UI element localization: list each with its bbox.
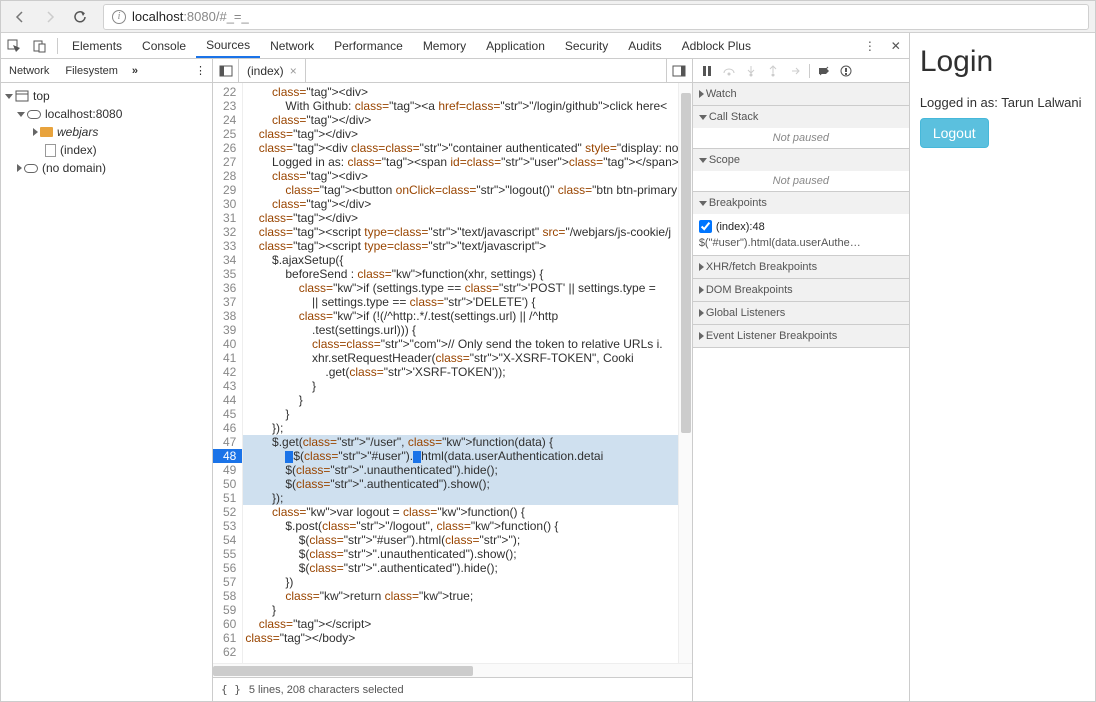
logged-in-text: Logged in as: Tarun Lalwani [920,95,1082,110]
url-path: /#_=_ [216,9,249,24]
tab-sources[interactable]: Sources [196,33,260,58]
url-host: localhost [132,9,183,24]
step-over-button[interactable] [719,61,739,81]
step-into-button[interactable] [741,61,761,81]
tab-console[interactable]: Console [132,33,196,58]
forward-button[interactable] [37,4,63,30]
separator [57,38,58,54]
inspect-icon[interactable] [1,33,27,59]
navigator-more[interactable]: » [126,65,144,77]
navigator-panel: Network Filesystem » ⋮ top localhost:808… [1,59,213,701]
scope-section[interactable]: Scope Not paused [693,149,909,192]
xhr-breakpoints-section[interactable]: XHR/fetch Breakpoints [693,256,909,279]
toggle-navigator-icon[interactable] [213,59,239,82]
code-editor[interactable]: 2223242526272829303132333435363738394041… [213,83,692,663]
devtools-menu-icon[interactable]: ⋮ [857,33,883,59]
breakpoint-checkbox[interactable] [699,220,712,233]
tab-elements[interactable]: Elements [62,33,132,58]
selection-status: 5 lines, 208 characters selected [249,684,404,696]
tree-index[interactable]: (index) [1,141,212,159]
tab-security[interactable]: Security [555,33,618,58]
editor-panel: (index) × 222324252627282930313233343536… [213,59,693,701]
callstack-section[interactable]: Call Stack Not paused [693,106,909,149]
tab-memory[interactable]: Memory [413,33,476,58]
devtools-close-icon[interactable]: ✕ [883,33,909,59]
global-listeners-section[interactable]: Global Listeners [693,302,909,325]
code-area[interactable]: class="tag"><div> With Github: class="ta… [243,83,691,663]
step-out-button[interactable] [763,61,783,81]
devtools-tabs: Elements Console Sources Network Perform… [1,33,909,59]
breakpoint-preview: $("#user").html(data.userAuthe… [699,237,861,249]
reload-button[interactable] [67,4,93,30]
tab-audits[interactable]: Audits [618,33,671,58]
editor-tab-label: (index) [247,64,284,78]
navigator-tabs: Network Filesystem » ⋮ [1,59,212,83]
deactivate-breakpoints-button[interactable] [814,61,834,81]
editor-status-bar: { } 5 lines, 208 characters selected [213,677,692,701]
tab-application[interactable]: Application [476,33,555,58]
pause-button[interactable] [697,61,717,81]
tree-top[interactable]: top [1,87,212,105]
editor-tabs: (index) × [213,59,692,83]
navigator-tab-network[interactable]: Network [1,59,57,82]
logout-button[interactable]: Logout [920,118,989,148]
device-toggle-icon[interactable] [27,33,53,59]
pretty-print-icon[interactable]: { } [221,683,241,696]
breakpoints-section[interactable]: Breakpoints (index):48 $("#user").html(d… [693,192,909,256]
file-tree: top localhost:8080 webjars (index) (no d… [1,83,212,701]
folder-icon [40,127,53,137]
callstack-status: Not paused [693,128,909,148]
step-button[interactable] [785,61,805,81]
navigator-menu-icon[interactable]: ⋮ [189,64,212,77]
dom-breakpoints-section[interactable]: DOM Breakpoints [693,279,909,302]
debugger-toolbar [693,59,909,83]
editor-tab-index[interactable]: (index) × [239,59,306,82]
event-listener-breakpoints-section[interactable]: Event Listener Breakpoints [693,325,909,348]
tree-nodomain[interactable]: (no domain) [1,159,212,177]
url-port: :8080 [183,9,216,24]
back-button[interactable] [7,4,33,30]
page-content: Login Logged in as: Tarun Lalwani Logout [910,33,1095,701]
breakpoint-item[interactable]: (index):48 [699,218,903,235]
tree-webjars[interactable]: webjars [1,123,212,141]
file-icon [45,144,56,157]
cloud-icon [24,164,38,173]
debugger-panel: Watch Call Stack Not paused Scope Not pa… [693,59,909,701]
scrollbar-vertical[interactable] [678,83,692,663]
breakpoint-location: (index):48 [716,221,765,233]
pause-on-exceptions-button[interactable] [836,61,856,81]
tree-host[interactable]: localhost:8080 [1,105,212,123]
scrollbar-horizontal[interactable] [213,663,692,677]
navigator-tab-filesystem[interactable]: Filesystem [57,59,126,82]
toggle-debugger-icon[interactable] [666,59,692,82]
watch-section[interactable]: Watch [693,83,909,106]
page-title: Login [920,45,993,79]
window-icon [15,90,29,102]
address-bar[interactable]: i localhost:8080/#_=_ [103,4,1089,30]
tab-performance[interactable]: Performance [324,33,413,58]
close-tab-icon[interactable]: × [290,64,297,78]
scope-status: Not paused [693,171,909,191]
tab-network[interactable]: Network [260,33,324,58]
cloud-icon [27,110,41,119]
line-gutter[interactable]: 2223242526272829303132333435363738394041… [213,83,243,663]
browser-toolbar: i localhost:8080/#_=_ [1,1,1095,33]
site-info-icon[interactable]: i [112,10,126,24]
tab-adblock[interactable]: Adblock Plus [672,33,761,58]
